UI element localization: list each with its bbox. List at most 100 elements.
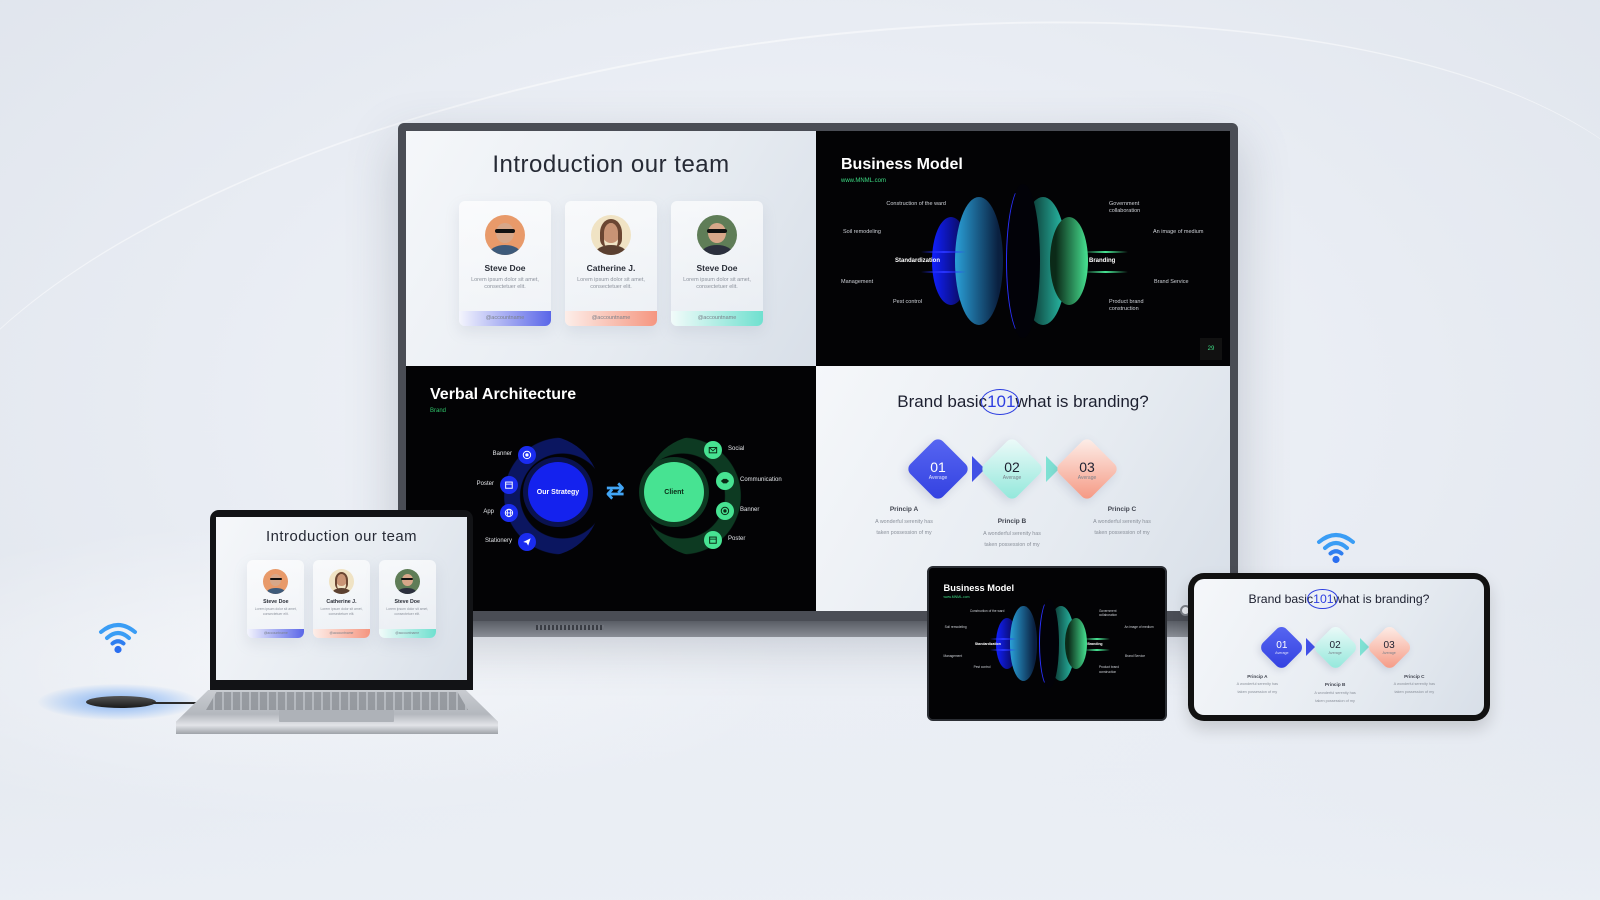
member-account-link[interactable]: @accountname xyxy=(459,311,551,326)
laptop-screen-team-slide[interactable]: Introduction our team Steve Doe Lorem ipsu… xyxy=(216,517,467,680)
client-node[interactable] xyxy=(716,502,734,520)
display-screen: Introduction our team Steve Doe Lorem ipsu… xyxy=(406,131,1230,611)
wireless-transmitter-dongle[interactable] xyxy=(86,696,156,708)
handshake-icon xyxy=(716,472,734,490)
strategy-node[interactable] xyxy=(518,446,536,464)
laptop: Introduction our team Steve Doe Lorem ipsu… xyxy=(210,510,473,690)
strategy-item-label: Poster xyxy=(476,481,494,487)
phone-screen-brand-slide[interactable]: Brand basic101what is branding? 01 Average… xyxy=(1194,579,1484,715)
connector-line xyxy=(1083,637,1110,640)
member-description: Lorem ipsum dolor sit amet, consectetuer… xyxy=(254,607,297,616)
wifi-icon xyxy=(99,623,137,654)
team-member-card[interactable]: Catherine J. Lorem ipsum dolor sit amet, … xyxy=(312,560,371,638)
slide-business-model[interactable]: Business Model www.MNML.com Standardizatio… xyxy=(816,131,1230,366)
step-title: Princip B xyxy=(997,518,1027,525)
client-node[interactable] xyxy=(716,472,734,490)
step-subtitle: Average xyxy=(1275,651,1289,656)
model-label: Product brand construction xyxy=(1098,665,1119,674)
connector-line xyxy=(921,251,966,253)
slide-subtitle: Brand xyxy=(430,408,447,414)
smartphone: Brand basic101what is branding? 01 Average… xyxy=(1188,573,1490,721)
member-name: Steve Doe xyxy=(263,598,289,605)
member-account-link[interactable]: @accountname xyxy=(312,628,371,638)
step-description: A wonderful serenity has xyxy=(1093,519,1151,525)
member-name: Catherine J. xyxy=(326,598,357,605)
member-name: Steve Doe xyxy=(484,263,526,273)
avatar xyxy=(394,569,420,594)
slide-url: www.MNML.com xyxy=(943,595,970,600)
sphere-segment xyxy=(1064,617,1087,669)
model-label: Brand Service xyxy=(1154,279,1189,285)
title-text: Brand basic xyxy=(1248,591,1314,606)
team-member-card[interactable]: Steve Doe Lorem ipsum dolor sit amet, con… xyxy=(459,201,551,326)
key-label-right: Branding xyxy=(1089,258,1116,264)
strategy-node[interactable] xyxy=(500,476,518,494)
model-label: Construction of the ward xyxy=(969,608,1005,613)
client-node[interactable] xyxy=(704,441,722,459)
avatar-glasses xyxy=(707,229,727,234)
model-label: An image of medium xyxy=(1124,624,1154,629)
step-description: taken possession of my xyxy=(876,530,932,536)
step-subtitle: Average xyxy=(1328,651,1342,656)
member-account-link[interactable]: @accountname xyxy=(565,311,657,326)
avatar-hair xyxy=(334,571,349,589)
wifi-icon xyxy=(1317,533,1355,564)
step-description: A wonderful serenity has xyxy=(1236,682,1279,687)
avatar-glasses xyxy=(495,229,515,234)
avatar xyxy=(329,569,354,594)
team-cards: Steve Doe Lorem ipsum dolor sit amet, con… xyxy=(406,201,816,326)
client-circle[interactable]: Client xyxy=(644,462,704,522)
large-display: Introduction our team Steve Doe Lorem ipsu… xyxy=(398,123,1238,637)
step-title: Princip B xyxy=(1324,682,1346,688)
model-label: Soil remodeling xyxy=(843,229,881,235)
avatar-face xyxy=(401,574,413,587)
slide-title: Verbal Architecture xyxy=(430,386,577,403)
transmitter-cable xyxy=(152,702,198,704)
step-description: A wonderful serenity has xyxy=(875,519,933,525)
laptop-trackpad xyxy=(279,710,394,722)
client-item-label: Poster xyxy=(728,536,746,542)
step-number: 03 xyxy=(1079,459,1095,475)
strategy-circle[interactable]: Our Strategy xyxy=(528,462,588,522)
model-label: Government collaboration xyxy=(1109,201,1141,215)
tablet-screen-business-slide[interactable]: Business Model www.MNML.com Standardizatio… xyxy=(929,568,1165,719)
mail-icon xyxy=(704,441,722,459)
step-description: taken possession of my xyxy=(1315,699,1355,703)
team-member-card[interactable]: Catherine J. Lorem ipsum dolor sit amet, … xyxy=(565,201,657,326)
step-title: Princip C xyxy=(1404,673,1425,679)
team-member-card[interactable]: Steve Doe Lorem ipsum dolor sit amet, con… xyxy=(378,560,436,638)
member-description: Lorem ipsum dolor sit amet, consectetuer… xyxy=(577,277,645,291)
model-label: Pest control xyxy=(893,299,923,305)
step-subtitle: Average xyxy=(1002,475,1022,481)
step-description: taken possession of my xyxy=(1394,690,1435,695)
title-text: Brand basic xyxy=(897,392,988,411)
avatar-face xyxy=(270,574,282,587)
slide-team[interactable]: Introduction our team Steve Doe Lorem ipsu… xyxy=(406,131,816,366)
client-node[interactable] xyxy=(704,531,722,549)
strategy-item-label: Stationery xyxy=(484,538,512,544)
step-description: taken possession of my xyxy=(1237,690,1278,695)
model-label: Management xyxy=(943,653,963,658)
team-member-card[interactable]: Steve Doe Lorem ipsum dolor sit amet, con… xyxy=(247,560,305,638)
member-name: Catherine J. xyxy=(586,263,636,273)
team-member-card[interactable]: Steve Doe Lorem ipsum dolor sit amet, con… xyxy=(671,201,763,326)
model-label: Brand Service xyxy=(1125,653,1146,658)
slide-title: Business Model xyxy=(841,156,963,173)
laptop-keyboard-base xyxy=(176,690,498,734)
strategy-node[interactable] xyxy=(500,504,518,522)
title-text: what is branding? xyxy=(1333,591,1430,606)
globe-icon xyxy=(500,504,518,522)
member-account-link[interactable]: @accountname xyxy=(671,311,763,326)
client-item-label: Social xyxy=(728,446,745,452)
strategy-node[interactable] xyxy=(518,533,536,551)
speaker-grille xyxy=(536,625,604,630)
member-account-link[interactable]: @accountname xyxy=(378,628,436,638)
step-title: Princip A xyxy=(889,506,919,513)
step-title: Princip A xyxy=(1247,673,1268,679)
member-account-link[interactable]: @accountname xyxy=(247,628,305,638)
sphere-segment xyxy=(1050,217,1088,305)
avatar-body xyxy=(489,245,521,255)
step-subtitle: Average xyxy=(928,475,948,481)
slide-title: Brand basic101what is branding? xyxy=(816,389,1230,415)
client-item-label: Banner xyxy=(740,507,760,513)
